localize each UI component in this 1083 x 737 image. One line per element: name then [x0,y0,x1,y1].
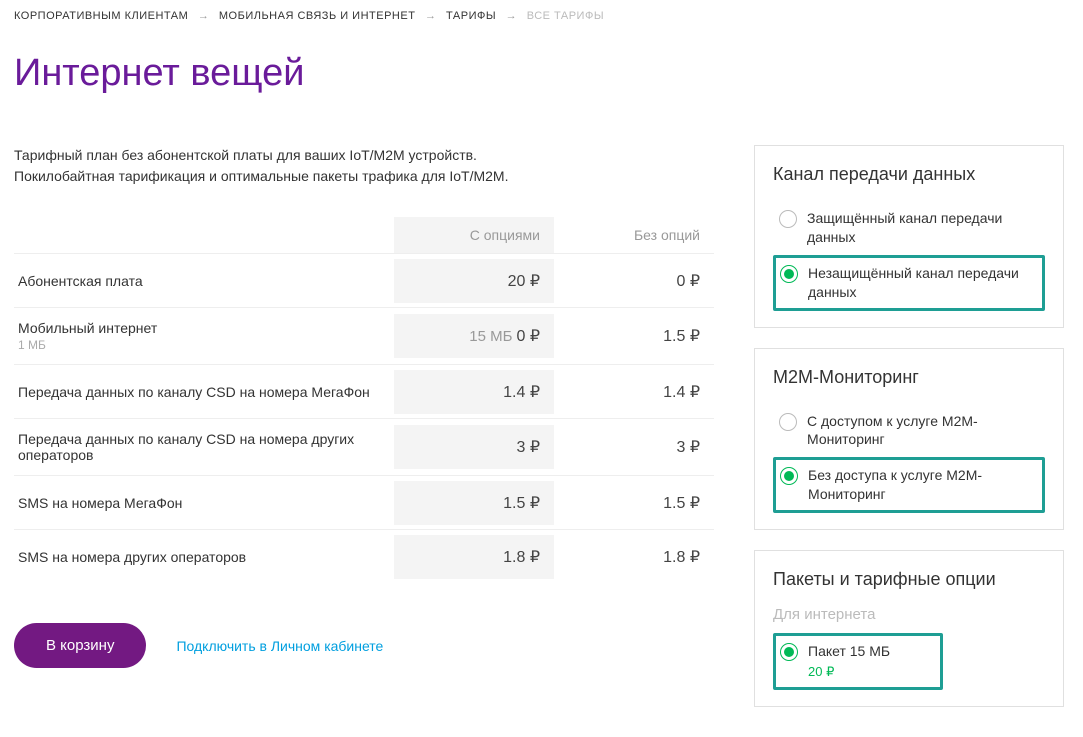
breadcrumb-separator-icon: → [506,10,518,22]
monitoring-panel: M2M-Мониторинг С доступом к услуге M2M-М… [754,348,1064,531]
panel-subtitle: Для интернета [773,606,1045,623]
radio-icon [780,643,798,661]
radio-label: С доступом к услуге M2M-Мониторинг [807,412,1039,450]
table-row: Абонентская плата 20 ₽ 0 ₽ [14,253,714,307]
row-label: SMS на номера МегаФон [14,483,394,523]
panel-title: Канал передачи данных [773,164,1045,185]
radio-icon [779,413,797,431]
column-header-with-options: С опциями [394,217,554,253]
table-row: Передача данных по каналу CSD на номера … [14,418,714,475]
row-label-text: SMS на номера других операторов [18,549,246,565]
row-label-text: Передача данных по каналу CSD на номера … [18,431,354,463]
breadcrumb-item[interactable]: КОРПОРАТИВНЫМ КЛИЕНТАМ [14,10,188,22]
row-label-text: SMS на номера МегаФон [18,495,182,511]
breadcrumb-current: ВСЕ ТАРИФЫ [527,10,604,22]
breadcrumb-separator-icon: → [425,10,437,22]
radio-icon [780,265,798,283]
radio-label: Без доступа к услуге M2M-Мониторинг [808,466,1038,504]
radio-without-monitoring[interactable]: Без доступа к услуге M2M-Мониторинг [773,457,1045,513]
package-price: 20 ₽ [808,663,936,681]
breadcrumb-item[interactable]: ТАРИФЫ [446,10,496,22]
column-header-without-options: Без опций [554,217,714,253]
description-line: Покилобайтная тарификация и оптимальные … [14,168,508,184]
radio-label: Пакет 15 МБ 20 ₽ [808,642,936,680]
radio-label: Защищённый канал передачи данных [807,209,1039,247]
included-quota: 15 МБ [469,328,512,345]
price-with-options: 15 МБ0 ₽ [394,314,554,358]
price-without-options: 1.8 ₽ [554,535,714,579]
package-name: Пакет 15 МБ [808,643,890,659]
table-row: SMS на номера МегаФон 1.5 ₽ 1.5 ₽ [14,475,714,529]
price-without-options: 1.5 ₽ [554,314,714,358]
price-with-options: 1.8 ₽ [394,535,554,579]
price-with-options: 20 ₽ [394,259,554,303]
price-with-options: 3 ₽ [394,425,554,469]
panel-title: Пакеты и тарифные опции [773,569,1045,590]
packages-panel: Пакеты и тарифные опции Для интернета Па… [754,550,1064,706]
table-row: Передача данных по каналу CSD на номера … [14,364,714,418]
connect-personal-cabinet-link[interactable]: Подключить в Личном кабинете [176,638,383,654]
row-label: SMS на номера других операторов [14,537,394,577]
radio-package-15mb[interactable]: Пакет 15 МБ 20 ₽ [773,633,943,689]
breadcrumb: КОРПОРАТИВНЫМ КЛИЕНТАМ → МОБИЛЬНАЯ СВЯЗЬ… [14,10,1069,22]
radio-icon [779,210,797,228]
radio-secure-channel[interactable]: Защищённый канал передачи данных [773,201,1045,255]
radio-label: Незащищённый канал передачи данных [808,264,1038,302]
panel-title: M2M-Мониторинг [773,367,1045,388]
price-without-options: 0 ₽ [554,259,714,303]
row-label: Передача данных по каналу CSD на номера … [14,419,394,475]
row-label-text: Абонентская плата [18,273,143,289]
actions-bar: В корзину Подключить в Личном кабинете [14,623,714,668]
row-label: Абонентская плата [14,261,394,301]
row-label-text: Мобильный интернет [18,320,157,336]
price-without-options: 1.5 ₽ [554,481,714,525]
row-label: Мобильный интернет 1 МБ [14,308,394,364]
row-label-text: Передача данных по каналу CSD на номера … [18,384,370,400]
description-line: Тарифный план без абонентской платы для … [14,147,477,163]
table-row: SMS на номера других операторов 1.8 ₽ 1.… [14,529,714,583]
price-with-options: 1.5 ₽ [394,481,554,525]
breadcrumb-item[interactable]: МОБИЛЬНАЯ СВЯЗЬ И ИНТЕРНЕТ [219,10,416,22]
row-sublabel: 1 МБ [18,338,394,352]
channel-panel: Канал передачи данных Защищённый канал п… [754,145,1064,328]
price-with-options: 1.4 ₽ [394,370,554,414]
radio-with-monitoring[interactable]: С доступом к услуге M2M-Мониторинг [773,404,1045,458]
price-without-options: 1.4 ₽ [554,370,714,414]
price-without-options: 3 ₽ [554,425,714,469]
page-title: Интернет вещей [14,52,1069,95]
table-row: Мобильный интернет 1 МБ 15 МБ0 ₽ 1.5 ₽ [14,307,714,364]
radio-icon [780,467,798,485]
radio-unsecure-channel[interactable]: Незащищённый канал передачи данных [773,255,1045,311]
add-to-cart-button[interactable]: В корзину [14,623,146,668]
row-label: Передача данных по каналу CSD на номера … [14,372,394,412]
price-table: С опциями Без опций Абонентская плата 20… [14,217,714,583]
main-content: Тарифный план без абонентской платы для … [14,145,714,727]
tariff-description: Тарифный план без абонентской платы для … [14,145,714,187]
sidebar: Канал передачи данных Защищённый канал п… [754,145,1064,727]
table-header: С опциями Без опций [14,217,714,253]
breadcrumb-separator-icon: → [198,10,210,22]
